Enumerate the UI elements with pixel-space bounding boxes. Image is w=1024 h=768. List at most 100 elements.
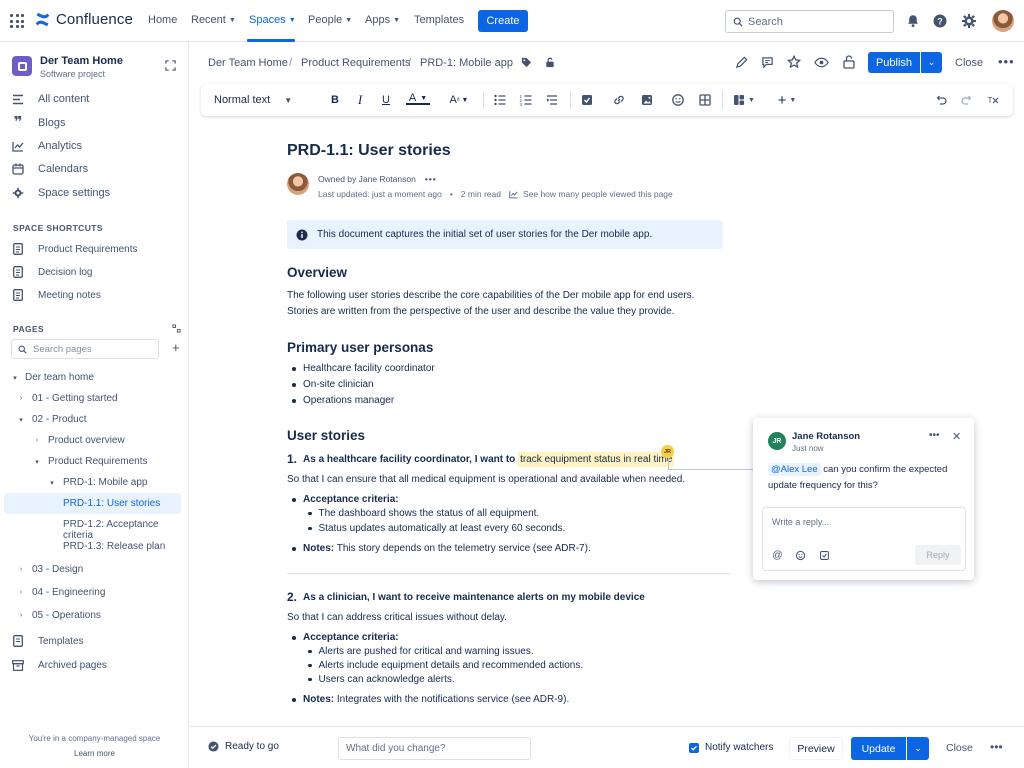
publish-options-button[interactable]: ⌄ — [921, 52, 942, 73]
nav-home[interactable]: Home — [148, 14, 177, 26]
breadcrumb-der-team-home[interactable]: Der Team Home — [208, 57, 288, 69]
preview-button[interactable]: Preview — [789, 737, 843, 760]
user-mention[interactable]: @Alex Lee — [768, 463, 821, 476]
page-views-link[interactable]: See how many people viewed this page — [523, 189, 673, 199]
label-tag-icon[interactable] — [521, 57, 532, 68]
close-editor-button[interactable]: Close — [955, 57, 983, 69]
reply-input[interactable]: Write a reply... @ Reply — [762, 507, 966, 571]
search-pages-input[interactable]: Search pages — [11, 339, 159, 359]
author-avatar[interactable] — [287, 173, 309, 195]
publish-button[interactable]: Publish — [868, 52, 920, 73]
clear-formatting-icon[interactable]: T — [986, 93, 1000, 107]
update-options-button[interactable]: ⌄ — [907, 737, 929, 760]
chevron-down-icon: ▾ — [13, 374, 17, 382]
sidebar-item-archived-pages[interactable]: Archived pages — [12, 659, 107, 671]
notifications-bell-icon[interactable] — [905, 13, 921, 29]
tree-item-product-overview[interactable]: › Product overview — [33, 435, 125, 446]
tree-item-design[interactable]: › 03 - Design — [17, 564, 83, 575]
bullet-list-icon[interactable] — [493, 93, 507, 107]
watch-eye-icon[interactable] — [814, 57, 829, 68]
search-input[interactable]: Search — [725, 10, 894, 33]
settings-gear-icon[interactable] — [961, 13, 977, 29]
unlock-icon[interactable] — [843, 55, 855, 69]
sidebar-item-space-settings[interactable]: Space settings — [12, 187, 110, 199]
commenter-name[interactable]: Jane Rotanson — [792, 431, 860, 442]
emoji-icon[interactable] — [671, 93, 685, 107]
inline-comment-marker[interactable]: JR — [661, 445, 674, 458]
sidebar-item-blogs[interactable]: ❞ Blogs — [12, 115, 66, 130]
table-icon[interactable] — [698, 93, 712, 107]
shortcut-product-requirements[interactable]: Product Requirements — [12, 243, 138, 255]
nav-recent[interactable]: Recent ▼ — [191, 14, 236, 26]
sidebar-item-all-content[interactable]: All content — [12, 93, 89, 105]
sidebar-item-templates[interactable]: Templates — [12, 635, 84, 647]
change-message-input[interactable]: What did you change? — [338, 737, 531, 760]
shortcut-decision-log[interactable]: Decision log — [12, 266, 92, 278]
breadcrumb-prd-1[interactable]: PRD-1: Mobile app — [420, 57, 513, 69]
breadcrumb-product-requirements[interactable]: Product Requirements — [301, 57, 410, 69]
tree-item-prd-1[interactable]: ▾ PRD-1: Mobile app — [48, 477, 147, 488]
tree-item-prd-1-2[interactable]: PRD-1.2: Acceptance criteria — [63, 519, 188, 541]
tree-item-prd-1-1[interactable]: PRD-1.1: User stories — [63, 498, 160, 509]
underline-icon[interactable]: U — [379, 93, 393, 107]
nav-templates[interactable]: Templates — [414, 14, 464, 26]
comment-more-icon[interactable]: ••• — [929, 430, 940, 441]
app-switcher-icon[interactable] — [10, 14, 24, 28]
reply-button[interactable]: Reply — [915, 545, 961, 565]
update-button[interactable]: Update — [851, 737, 906, 760]
tree-item-prd-1-3[interactable]: PRD-1.3: Release plan — [63, 541, 165, 552]
bold-icon[interactable]: B — [328, 93, 342, 107]
nav-spaces[interactable]: Spaces ▼ — [249, 14, 296, 26]
redo-icon[interactable] — [960, 93, 974, 107]
italic-icon[interactable]: I — [353, 92, 367, 107]
tree-item-product-requirements[interactable]: ▾ Product Requirements — [33, 456, 147, 467]
restrictions-lock-icon[interactable] — [545, 57, 555, 68]
confluence-logo[interactable]: Confluence — [34, 11, 133, 28]
learn-more-link[interactable]: Learn more — [0, 749, 189, 758]
comment-icon[interactable] — [761, 56, 774, 69]
indent-list-icon[interactable] — [545, 93, 559, 107]
add-page-icon[interactable]: + — [172, 340, 180, 355]
nav-people[interactable]: People ▼ — [308, 14, 352, 26]
layouts-icon[interactable]: ▼ — [730, 93, 758, 107]
numbered-list-icon[interactable]: 123 — [519, 93, 533, 107]
edit-pencil-icon[interactable] — [735, 56, 748, 69]
star-icon[interactable] — [787, 55, 801, 69]
space-title[interactable]: Der Team Home — [40, 55, 123, 67]
more-formatting-icon[interactable]: Aᵃ ▼ — [447, 93, 471, 107]
nav-home-label: Home — [148, 14, 178, 26]
tree-item-getting-started[interactable]: › 01 - Getting started — [17, 393, 118, 404]
undo-icon[interactable] — [934, 93, 948, 107]
tree-item-engineering[interactable]: › 04 - Engineering — [17, 587, 106, 598]
create-button[interactable]: Create — [478, 10, 528, 32]
emoji-icon[interactable] — [795, 550, 806, 561]
collapse-sidebar-icon[interactable] — [165, 60, 176, 71]
action-item-icon[interactable] — [819, 550, 830, 561]
sidebar-item-analytics[interactable]: Analytics — [12, 140, 82, 152]
insert-plus-icon[interactable]: + ▼ — [774, 92, 800, 109]
sidebar-item-calendars[interactable]: Calendars — [12, 163, 88, 175]
nav-apps[interactable]: Apps ▼ — [365, 14, 400, 26]
tree-item-der-team-home[interactable]: ▾ Der team home — [11, 372, 94, 383]
text-color-icon[interactable]: A ▼ — [406, 92, 430, 105]
image-icon[interactable] — [640, 93, 654, 107]
page-title[interactable]: PRD-1.1: User stories — [287, 142, 451, 160]
close-icon[interactable]: ✕ — [952, 430, 961, 443]
more-options-icon[interactable]: ••• — [990, 740, 1003, 754]
commenter-avatar[interactable]: JR — [768, 432, 786, 450]
tree-item-operations[interactable]: › 05 - Operations — [17, 610, 101, 621]
mention-at-icon[interactable]: @ — [772, 550, 783, 561]
text-style-dropdown[interactable]: Normal text ▼ — [214, 94, 292, 106]
action-item-checkbox-icon[interactable] — [580, 93, 594, 107]
owner-more-icon[interactable]: ••• — [425, 174, 437, 184]
close-button[interactable]: Close — [946, 742, 973, 754]
tree-item-product[interactable]: ▾ 02 - Product — [17, 414, 86, 425]
help-icon[interactable]: ? — [932, 13, 948, 29]
commented-highlight[interactable]: track equipment status in real time — [518, 451, 675, 467]
pages-options-icon[interactable] — [172, 324, 181, 333]
link-icon[interactable] — [612, 93, 626, 107]
more-actions-icon[interactable]: ••• — [998, 54, 1015, 69]
shortcut-meeting-notes[interactable]: Meeting notes — [12, 289, 101, 301]
profile-avatar[interactable] — [992, 10, 1014, 32]
notify-watchers-checkbox[interactable]: Notify watchers — [689, 742, 773, 753]
